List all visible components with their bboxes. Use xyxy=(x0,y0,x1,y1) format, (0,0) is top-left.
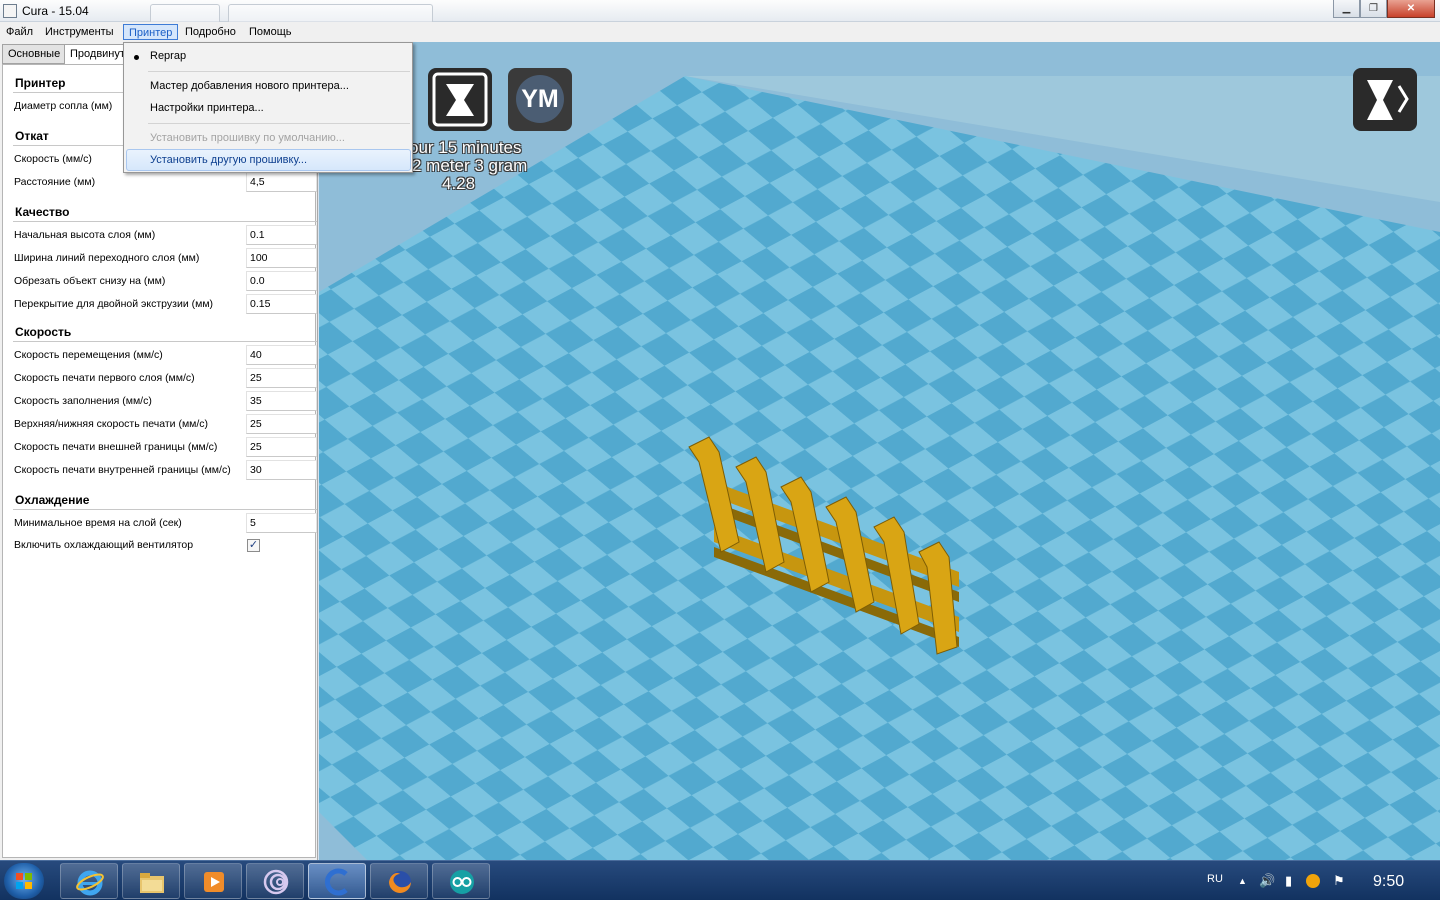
retraction-distance-input[interactable] xyxy=(246,172,317,192)
background-tab xyxy=(150,4,220,22)
cooling-fan-checkbox[interactable]: ✓ xyxy=(247,539,260,552)
section-retraction: Откат xyxy=(15,129,49,143)
internet-explorer-icon xyxy=(76,870,104,896)
checked-bullet-icon xyxy=(134,55,139,60)
dual-extrusion-overlap-input[interactable] xyxy=(246,294,317,314)
menu-expert[interactable]: Подробно xyxy=(180,24,241,40)
section-quality: Качество xyxy=(15,205,70,219)
youmagine-button[interactable]: YM xyxy=(508,68,572,131)
view-mode-icon xyxy=(1367,80,1409,120)
menu-item-install-default-firmware: Установить прошивку по умолчанию... xyxy=(150,132,345,144)
media-player-icon xyxy=(204,872,224,892)
section-printer: Принтер xyxy=(15,76,66,90)
menu-help[interactable]: Помощь xyxy=(244,24,297,40)
taskbar-internet-explorer[interactable] xyxy=(60,863,118,899)
infill-speed-label: Скорость заполнения (мм/с) xyxy=(14,395,152,407)
menu-tools[interactable]: Инструменты xyxy=(40,24,119,40)
initial-layer-width-input[interactable] xyxy=(246,248,317,268)
bottom-layer-speed-input[interactable] xyxy=(246,368,317,388)
filament-usage-text: 2 meter 3 gram xyxy=(412,156,528,175)
cut-off-bottom-label: Обрезать объект снизу на (мм) xyxy=(14,275,166,287)
printer-menu-dropdown: Reprap Мастер добавления нового принтера… xyxy=(123,42,413,173)
outer-shell-speed-input[interactable] xyxy=(246,437,317,457)
start-button[interactable] xyxy=(4,863,44,899)
dual-extrusion-overlap-label: Перекрытие для двойной экструзии (мм) xyxy=(14,298,214,310)
menu-separator xyxy=(148,123,410,124)
title-bar: Cura - 15.04 ▁ ❐ ✕ xyxy=(0,0,1440,22)
tab-basic[interactable]: Основные xyxy=(2,44,67,64)
settings-form: Принтер Диаметр сопла (мм) Откат Скорост… xyxy=(2,64,317,858)
load-model-button[interactable] xyxy=(428,68,492,131)
section-divider xyxy=(13,509,317,510)
section-divider xyxy=(13,221,317,222)
maximize-button[interactable]: ❐ xyxy=(1360,0,1387,18)
taskbar-file-explorer[interactable] xyxy=(122,863,180,899)
menu-bar: Файл Инструменты Принтер Подробно Помощь xyxy=(0,22,1440,42)
close-button[interactable]: ✕ xyxy=(1387,0,1435,18)
cost-text: 4.28 xyxy=(442,174,476,193)
menu-item-install-custom-firmware[interactable]: Установить другую прошивку... xyxy=(150,154,307,166)
3d-viewport[interactable]: YM our 15 minutes 2 meter 3 gram 4.28 xyxy=(319,42,1440,860)
min-layer-time-input[interactable] xyxy=(246,513,317,533)
window-title: Cura - 15.04 xyxy=(22,4,89,18)
taskbar-media-player[interactable] xyxy=(184,863,242,899)
inner-shell-speed-label: Скорость печати внутренней границы (мм/с… xyxy=(14,464,231,476)
initial-layer-height-input[interactable] xyxy=(246,225,317,245)
infill-speed-input[interactable] xyxy=(246,391,317,411)
firefox-icon xyxy=(389,871,411,893)
retraction-distance-label: Расстояние (мм) xyxy=(14,176,96,188)
youmagine-icon: YM xyxy=(516,75,564,123)
taskbar: RU ▲ 🔊 ▮ ⚑ 9:50 xyxy=(0,860,1440,900)
spiral-app-icon xyxy=(263,869,289,895)
cut-off-bottom-input[interactable] xyxy=(246,271,317,291)
menu-item-printer-settings[interactable]: Настройки принтера... xyxy=(150,102,264,114)
taskbar-cura[interactable] xyxy=(308,863,366,899)
nozzle-diameter-label: Диаметр сопла (мм) xyxy=(14,100,113,112)
section-speed: Скорость xyxy=(15,325,72,339)
app-icon xyxy=(3,4,17,18)
initial-layer-width-label: Ширина линий переходного слоя (мм) xyxy=(14,252,200,264)
minimize-button[interactable]: ▁ xyxy=(1333,0,1360,18)
taskbar-app-spiral[interactable] xyxy=(246,863,304,899)
inner-shell-speed-input[interactable] xyxy=(246,460,317,480)
tab-advanced[interactable]: Продвинутые xyxy=(64,44,128,64)
action-center-flag-icon[interactable]: ⚑ xyxy=(1333,874,1345,888)
cura-icon xyxy=(325,868,348,896)
arduino-icon xyxy=(450,870,474,894)
taskbar-arduino[interactable] xyxy=(432,863,490,899)
show-hidden-icons-arrow-icon[interactable]: ▲ xyxy=(1238,874,1247,888)
menu-printer[interactable]: Принтер xyxy=(123,24,179,40)
clock[interactable]: 9:50 xyxy=(1373,873,1404,891)
menu-item-add-printer-wizard[interactable]: Мастер добавления нового принтера... xyxy=(150,80,349,92)
network-signal-icon[interactable]: ▮ xyxy=(1285,874,1292,888)
taskbar-firefox[interactable] xyxy=(370,863,428,899)
min-layer-time-label: Минимальное время на слой (сек) xyxy=(14,517,182,529)
top-bottom-speed-input[interactable] xyxy=(246,414,317,434)
section-cooling: Охлаждение xyxy=(15,493,90,507)
travel-speed-input[interactable] xyxy=(246,345,317,365)
menu-separator xyxy=(148,71,410,72)
bottom-layer-speed-label: Скорость печати первого слоя (мм/с) xyxy=(14,372,195,384)
retraction-speed-label: Скорость (мм/с) xyxy=(14,153,92,165)
print-time-text: our 15 minutes xyxy=(409,138,522,157)
section-divider xyxy=(13,341,317,342)
top-bottom-speed-label: Верхняя/нижняя скорость печати (мм/с) xyxy=(14,418,209,430)
travel-speed-label: Скорость перемещения (мм/с) xyxy=(14,349,163,361)
app-tray-icon[interactable] xyxy=(1306,874,1320,888)
windows-logo-icon xyxy=(16,873,32,889)
language-indicator[interactable]: RU xyxy=(1207,873,1223,885)
menu-file[interactable]: Файл xyxy=(1,24,38,40)
volume-icon[interactable]: 🔊 xyxy=(1259,874,1275,888)
folder-icon xyxy=(140,873,164,893)
initial-layer-height-label: Начальная высота слоя (мм) xyxy=(14,229,156,241)
outer-shell-speed-label: Скорость печати внешней границы (мм/с) xyxy=(14,441,218,453)
cooling-fan-label: Включить охлаждающий вентилятор xyxy=(14,539,194,551)
menu-item-reprap[interactable]: Reprap xyxy=(150,50,186,62)
background-tab xyxy=(228,4,433,22)
view-mode-button[interactable] xyxy=(1353,68,1417,131)
load-icon xyxy=(432,72,488,127)
